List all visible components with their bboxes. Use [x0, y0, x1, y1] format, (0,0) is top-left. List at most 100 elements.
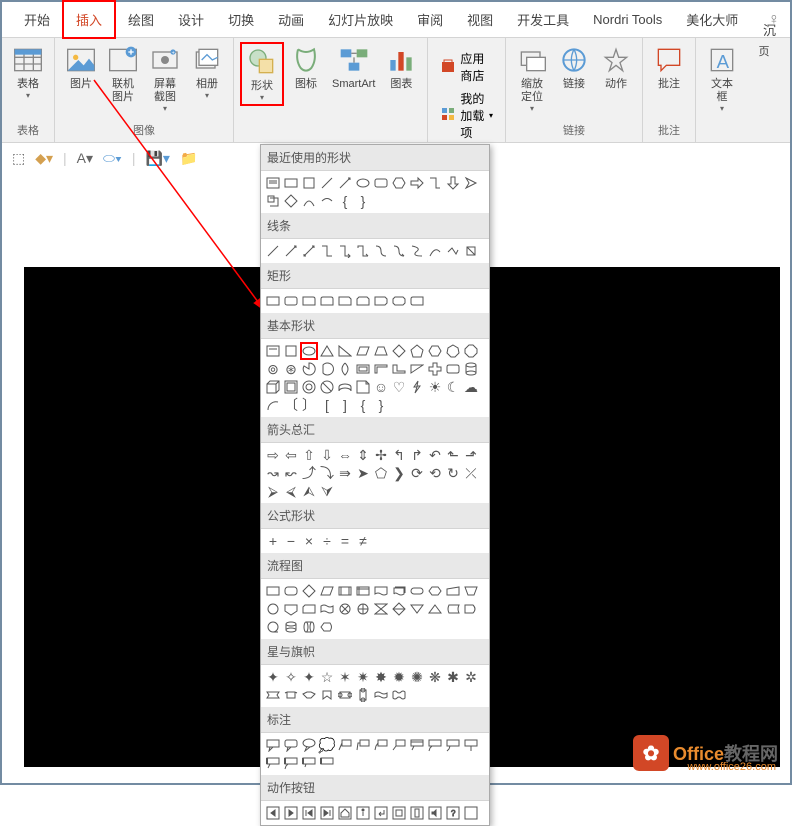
act-info[interactable]: [354, 804, 372, 822]
basic-rtri[interactable]: [336, 342, 354, 360]
basic-rbracket[interactable]: ]: [336, 396, 354, 414]
basic-lbracket[interactable]: [: [318, 396, 336, 414]
basic-fold[interactable]: [354, 378, 372, 396]
act-blank[interactable]: [462, 804, 480, 822]
eq-eq[interactable]: =: [336, 532, 354, 550]
myaddins-button[interactable]: 我的加载项 ▾: [434, 88, 499, 143]
arrow-bentup[interactable]: ⬏: [462, 446, 480, 464]
rect-6[interactable]: [354, 292, 372, 310]
callout-l1[interactable]: [336, 736, 354, 754]
fc-dec[interactable]: [300, 582, 318, 600]
basic-noentry[interactable]: [318, 378, 336, 396]
line-11[interactable]: [444, 242, 462, 260]
fc-doc[interactable]: [372, 582, 390, 600]
store-button[interactable]: 应用商店: [434, 48, 499, 86]
act-mov[interactable]: [390, 804, 408, 822]
basic-pie[interactable]: [300, 360, 318, 378]
ribbon-2[interactable]: [282, 686, 300, 704]
basic-pent[interactable]: [408, 342, 426, 360]
picture-button[interactable]: 图片: [61, 42, 101, 93]
callout-a4[interactable]: [462, 736, 480, 754]
smartart-button[interactable]: SmartArt: [328, 42, 379, 93]
arrow-pent[interactable]: ⬠: [372, 464, 390, 482]
album-button[interactable]: 相册 ▾: [187, 42, 227, 102]
shape-arrow-r[interactable]: [408, 174, 426, 192]
qat-icon-1[interactable]: ⬚: [12, 150, 25, 167]
screenshot-button[interactable]: + 屏幕截图 ▾: [145, 42, 185, 115]
act-home[interactable]: [336, 804, 354, 822]
callout-a1[interactable]: [408, 736, 426, 754]
fc-manin[interactable]: [444, 582, 462, 600]
rect-5[interactable]: [336, 292, 354, 310]
line-6[interactable]: [354, 242, 372, 260]
arrow-stripe[interactable]: ⇛: [336, 464, 354, 482]
tab-devtools[interactable]: 开发工具: [505, 2, 581, 37]
act-beg[interactable]: [300, 804, 318, 822]
basic-textbox[interactable]: [264, 342, 282, 360]
basic-diamond[interactable]: [390, 342, 408, 360]
shape-rbrace[interactable]: }: [354, 192, 372, 210]
fc-mdoc[interactable]: [390, 582, 408, 600]
basic-frame[interactable]: [354, 360, 372, 378]
basic-lbrace[interactable]: {: [354, 396, 372, 414]
star-6[interactable]: ✶: [336, 668, 354, 686]
shape-oval[interactable]: [354, 174, 372, 192]
wave2[interactable]: [390, 686, 408, 704]
shape-curve[interactable]: [300, 192, 318, 210]
scroll-v[interactable]: [354, 686, 372, 704]
arrow-curved[interactable]: ⤵: [318, 464, 336, 482]
shape-rect2[interactable]: [300, 174, 318, 192]
arrow-notch[interactable]: ➤: [354, 464, 372, 482]
textbox-button[interactable]: A 文本框 ▾: [702, 42, 742, 115]
fc-coll[interactable]: [372, 600, 390, 618]
callout-l3[interactable]: [372, 736, 390, 754]
fc-manop[interactable]: [462, 582, 480, 600]
rect-9[interactable]: [408, 292, 426, 310]
tab-slideshow[interactable]: 幻灯片放映: [316, 2, 405, 37]
act-fwd[interactable]: [282, 804, 300, 822]
fc-ext[interactable]: [408, 600, 426, 618]
act-snd[interactable]: [426, 804, 444, 822]
callout-a2[interactable]: [426, 736, 444, 754]
act-doc[interactable]: [408, 804, 426, 822]
arrow-curver[interactable]: ↝: [264, 464, 282, 482]
shape-diamond[interactable]: [282, 192, 300, 210]
arrow-ud[interactable]: ⇕: [354, 446, 372, 464]
shape-textbox[interactable]: [264, 174, 282, 192]
arrow-l[interactable]: ⇦: [282, 446, 300, 464]
eq-mult[interactable]: ×: [300, 532, 318, 550]
fc-sort[interactable]: [390, 600, 408, 618]
qat-folder[interactable]: 📁: [180, 150, 197, 167]
basic-donut[interactable]: [300, 378, 318, 396]
rect-2[interactable]: [282, 292, 300, 310]
basic-moon[interactable]: ☾: [444, 378, 462, 396]
rect-7[interactable]: [372, 292, 390, 310]
callout-b1[interactable]: [264, 754, 282, 772]
shapes-button[interactable]: 形状 ▾: [240, 42, 284, 106]
shape-line[interactable]: [318, 174, 336, 192]
basic-chord[interactable]: [318, 360, 336, 378]
star-ex1[interactable]: ✦: [264, 668, 282, 686]
basic-hept[interactable]: [444, 342, 462, 360]
fc-pred[interactable]: [336, 582, 354, 600]
tab-design[interactable]: 设计: [166, 2, 216, 37]
callout-b3[interactable]: [300, 754, 318, 772]
basic-rect[interactable]: [282, 342, 300, 360]
fc-disk[interactable]: [300, 618, 318, 636]
basic-bolt[interactable]: [408, 378, 426, 396]
fc-mag[interactable]: [282, 618, 300, 636]
arrow-lc[interactable]: ⟲: [426, 464, 444, 482]
callout-a3[interactable]: [444, 736, 462, 754]
act-back[interactable]: [264, 804, 282, 822]
arrow-quad2[interactable]: ⤫: [462, 464, 480, 482]
line-7[interactable]: [372, 242, 390, 260]
tab-transition[interactable]: 切换: [216, 2, 266, 37]
fc-data[interactable]: [318, 582, 336, 600]
fc-mrg[interactable]: [426, 600, 444, 618]
shape-line-arrow[interactable]: [336, 174, 354, 192]
comment-button[interactable]: 批注: [649, 42, 689, 93]
arrow-curveu[interactable]: ⤴: [300, 464, 318, 482]
fc-proc[interactable]: [264, 582, 282, 600]
fc-tape[interactable]: [318, 600, 336, 618]
line-10[interactable]: [426, 242, 444, 260]
